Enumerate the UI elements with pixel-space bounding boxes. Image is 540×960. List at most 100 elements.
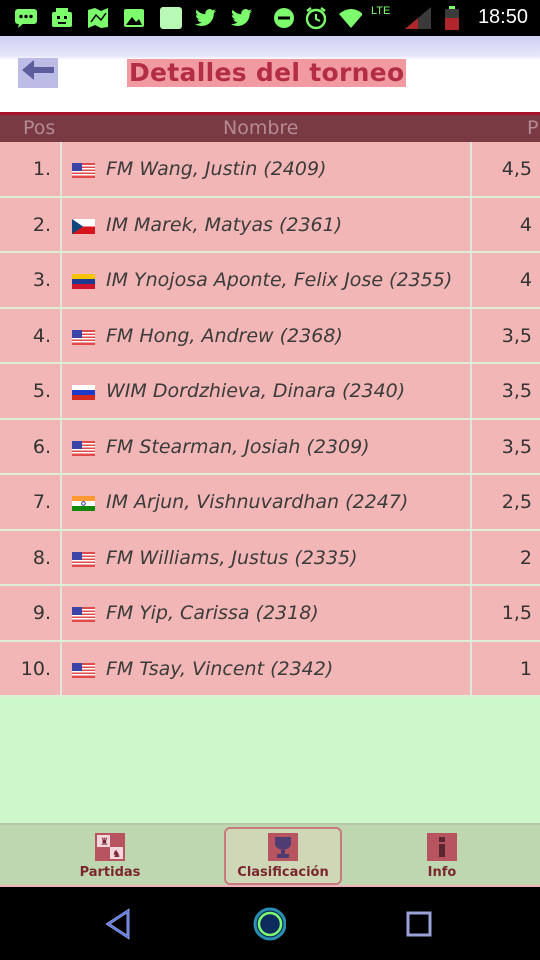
column-divider (470, 586, 472, 640)
points-cell: 4,5 (501, 158, 532, 180)
column-divider (60, 308, 62, 362)
trophy-icon (268, 833, 298, 861)
column-divider (60, 530, 62, 584)
tab-info[interactable]: Info (372, 827, 512, 885)
position-cell: 1. (32, 158, 51, 180)
position-cell: 9. (32, 602, 51, 624)
signal-icon (404, 6, 432, 30)
russia-flag-icon (72, 385, 95, 400)
usa-flag-icon (72, 440, 95, 456)
position-cell: 8. (32, 546, 51, 569)
info-icon (427, 833, 457, 861)
usa-flag-icon (72, 607, 95, 622)
table-row[interactable]: 5. WIM Dordzhieva, Dinara (2340) 3,5 (0, 364, 540, 420)
venezuela-flag-icon (72, 274, 95, 289)
table-row[interactable]: 6. FM Stearman, Josiah (2309) 3,5 (0, 419, 540, 475)
do-not-disturb-icon (272, 6, 296, 30)
column-divider (60, 197, 62, 251)
column-divider (470, 419, 472, 473)
column-header-name[interactable]: Nombre (223, 117, 299, 139)
table-row[interactable]: 10. FM Tsay, Vincent (2342) 1 (0, 641, 540, 697)
position-cell: 10. (20, 657, 51, 680)
home-circle-icon[interactable] (252, 907, 286, 941)
column-divider (60, 586, 62, 640)
table-header: Pos Nombre P (0, 112, 540, 142)
player-name: FM Stearman, Josiah (2309) (106, 435, 370, 458)
player-name: IM Ynojosa Aponte, Felix Jose (2355) (106, 269, 453, 291)
tab-label: Info (427, 865, 457, 880)
player-name: WIM Dordzhieva, Dinara (2340) (106, 380, 406, 402)
column-divider (60, 475, 62, 529)
position-cell: 3. (32, 269, 51, 291)
column-header-points[interactable]: P (527, 117, 538, 139)
svg-text:♜: ♜ (100, 837, 109, 848)
chessboard-icon: ♜ ♞ (95, 833, 125, 861)
player-name: IM Marek, Matyas (2361) (106, 213, 343, 236)
system-nav-bar (0, 887, 540, 960)
back-button[interactable] (18, 58, 58, 88)
signal-icon: LTE (371, 5, 401, 27)
image-icon (122, 6, 146, 30)
lte-label: LTE (371, 5, 391, 17)
table-row[interactable]: 3. IM Ynojosa Aponte, Felix Jose (2355) 4 (0, 253, 540, 309)
player-name: FM Tsay, Vincent (2342) (106, 657, 334, 680)
position-cell: 5. (32, 380, 51, 402)
back-arrow-icon (20, 56, 56, 91)
table-row[interactable]: 1. FM Wang, Justin (2409) 4,5 (0, 142, 540, 198)
map-icon (86, 6, 110, 30)
player-name: FM Williams, Justus (2335) (106, 546, 358, 569)
column-divider (470, 530, 472, 584)
recents-square-icon[interactable] (402, 907, 436, 941)
clock: 18:50 (477, 6, 528, 28)
svg-text:♞: ♞ (112, 849, 121, 860)
app-icon (160, 7, 182, 29)
column-divider (470, 641, 472, 695)
player-name: FM Wang, Justin (2409) (106, 158, 327, 180)
usa-flag-icon (72, 551, 95, 567)
table-row[interactable]: 2. IM Marek, Matyas (2361) 4 (0, 197, 540, 253)
points-cell: 2,5 (501, 491, 532, 513)
twitter-icon (194, 6, 218, 30)
column-divider (470, 142, 472, 196)
column-divider (60, 142, 62, 196)
table-row[interactable]: 8. FM Williams, Justus (2335) 2 (0, 530, 540, 586)
column-divider (470, 308, 472, 362)
tab-partidas[interactable]: ♜ ♞ Partidas (40, 827, 180, 885)
points-cell: 1 (519, 657, 532, 680)
player-name: FM Yip, Carissa (2318) (106, 602, 319, 624)
column-header-pos[interactable]: Pos (23, 117, 55, 139)
column-divider (60, 641, 62, 695)
points-cell: 1,5 (501, 602, 532, 624)
column-divider (470, 364, 472, 418)
twitter-icon (230, 6, 254, 30)
tab-label: Partidas (79, 865, 141, 880)
position-cell: 2. (32, 213, 51, 236)
table-row[interactable]: 4. FM Hong, Andrew (2368) 3,5 (0, 308, 540, 364)
column-divider (470, 475, 472, 529)
position-cell: 4. (32, 324, 51, 347)
points-cell: 4 (519, 213, 532, 236)
position-cell: 6. (32, 435, 51, 458)
czech-flag-icon (72, 218, 95, 234)
column-divider (60, 419, 62, 473)
table-row[interactable]: 7. IM Arjun, Vishnuvardhan (2247) 2,5 (0, 475, 540, 531)
player-name: IM Arjun, Vishnuvardhan (2247) (106, 491, 409, 513)
status-bar: LTE 18:50 (0, 0, 540, 36)
points-cell: 3,5 (501, 324, 532, 347)
table-row[interactable]: 9. FM Yip, Carissa (2318) 1,5 (0, 586, 540, 642)
points-cell: 2 (519, 546, 532, 569)
column-divider (470, 197, 472, 251)
back-triangle-icon[interactable] (102, 907, 136, 941)
column-divider (60, 364, 62, 418)
column-divider (60, 253, 62, 307)
wifi-icon (338, 6, 362, 30)
usa-flag-icon (72, 329, 95, 345)
message-icon (14, 6, 38, 30)
standings-list: 1. FM Wang, Justin (2409) 4,5 2. IM Marek, M… (0, 142, 540, 697)
player-name: FM Hong, Andrew (2368) (106, 324, 343, 347)
column-divider (470, 253, 472, 307)
bottom-tab-bar: ♜ ♞ Partidas Clasificación Info (0, 823, 540, 887)
page-title: Detalles del torneo (127, 58, 407, 87)
tab-clasificacion[interactable]: Clasificación (224, 827, 342, 885)
points-cell: 4 (519, 269, 532, 291)
